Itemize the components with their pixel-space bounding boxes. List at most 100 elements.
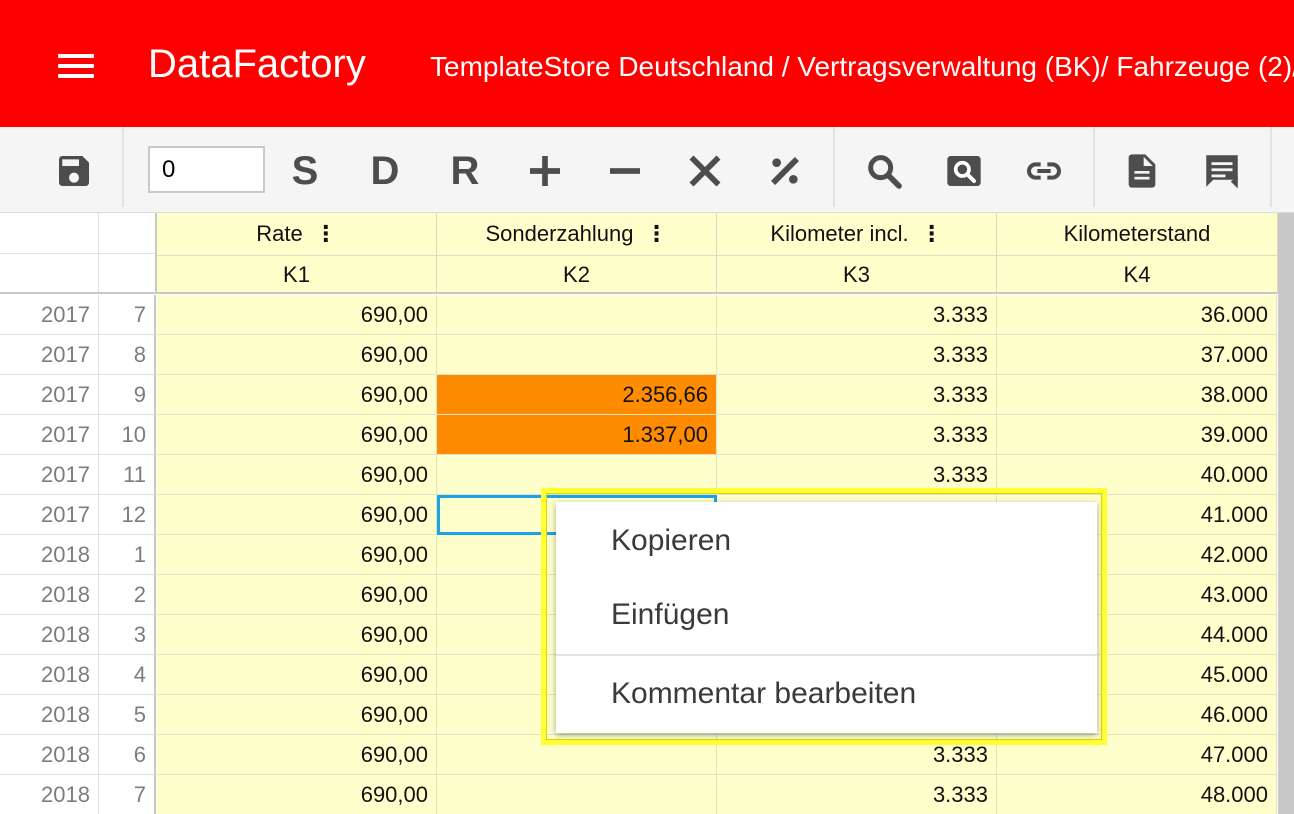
column-menu-icon[interactable]: ⋮ xyxy=(646,221,668,247)
search-button[interactable] xyxy=(860,147,908,195)
close-icon xyxy=(689,155,721,187)
hamburger-menu-icon[interactable] xyxy=(44,38,108,94)
cell-k1[interactable]: 690,00 xyxy=(157,415,437,455)
percent-icon xyxy=(771,157,799,185)
row-year: 2017 xyxy=(0,335,99,375)
cell-k1[interactable]: 690,00 xyxy=(157,575,437,615)
row-year: 2017 xyxy=(0,375,99,415)
cell-k2[interactable]: 2.356,66 xyxy=(437,375,717,415)
table-row: 2018 7 690,00 3.333 48.000 xyxy=(0,775,1278,814)
context-menu: Kopieren Einfügen Kommentar bearbeiten xyxy=(556,502,1097,733)
column-menu-icon[interactable]: ⋮ xyxy=(921,221,943,247)
table-row: 2017 10 690,00 1.337,00 3.333 39.000 xyxy=(0,415,1278,455)
menu-item-kommentar-bearbeiten[interactable]: Kommentar bearbeiten xyxy=(556,659,1097,729)
link-icon xyxy=(1027,162,1061,180)
row-year: 2018 xyxy=(0,655,99,695)
menu-item-einfuegen[interactable]: Einfügen xyxy=(556,580,1097,650)
table-row: 2017 8 690,00 3.333 37.000 xyxy=(0,335,1278,375)
row-year: 2018 xyxy=(0,615,99,655)
toolbar-divider xyxy=(1093,127,1095,207)
cell-k1[interactable]: 690,00 xyxy=(157,375,437,415)
delete-button[interactable] xyxy=(681,147,729,195)
column-code: K2 xyxy=(437,255,716,293)
link-button[interactable] xyxy=(1020,147,1068,195)
comment-icon xyxy=(1206,155,1238,189)
toolbar-divider xyxy=(1270,127,1272,207)
row-month: 1 xyxy=(99,535,156,575)
cell-k1[interactable]: 690,00 xyxy=(157,535,437,575)
column-header-k3[interactable]: Kilometer incl. ⋮ K3 xyxy=(717,213,997,293)
cell-k1[interactable]: 690,00 xyxy=(157,335,437,375)
document-icon xyxy=(1128,154,1156,188)
d-button[interactable]: D xyxy=(361,147,409,195)
cell-k1[interactable]: 690,00 xyxy=(157,735,437,775)
column-header-k4[interactable]: Kilometerstand K4 xyxy=(997,213,1278,293)
row-month: 3 xyxy=(99,615,156,655)
column-menu-icon[interactable]: ⋮ xyxy=(315,221,337,247)
plus-icon xyxy=(530,156,560,186)
column-name: Kilometer incl. xyxy=(770,221,909,246)
cell-k1[interactable]: 690,00 xyxy=(157,655,437,695)
cell-k4[interactable]: 38.000 xyxy=(997,375,1277,415)
cell-k2[interactable] xyxy=(437,295,717,335)
row-year: 2018 xyxy=(0,695,99,735)
row-month: 9 xyxy=(99,375,156,415)
column-code: K3 xyxy=(717,255,996,293)
s-label: S xyxy=(291,149,319,193)
row-header-corner-year xyxy=(0,213,99,293)
column-code: K1 xyxy=(157,255,436,293)
cell-k2[interactable] xyxy=(437,775,717,814)
row-month: 12 xyxy=(99,495,156,535)
s-button[interactable]: S xyxy=(281,147,329,195)
cell-k1[interactable]: 690,00 xyxy=(157,495,437,535)
cell-k1[interactable]: 690,00 xyxy=(157,615,437,655)
r-label: R xyxy=(450,149,480,193)
vertical-scrollbar[interactable] xyxy=(1278,213,1294,814)
breadcrumb[interactable]: TemplateStore Deutschland / Vertragsverw… xyxy=(430,50,1294,84)
cell-k1[interactable]: 690,00 xyxy=(157,775,437,814)
toolbar-divider xyxy=(833,127,835,207)
cell-k4[interactable]: 39.000 xyxy=(997,415,1277,455)
row-year: 2018 xyxy=(0,535,99,575)
add-row-button[interactable] xyxy=(521,147,569,195)
column-name: Sonderzahlung xyxy=(485,221,634,246)
column-header-k1[interactable]: Rate ⋮ K1 xyxy=(157,213,437,293)
save-button[interactable] xyxy=(50,147,98,195)
zoom-input[interactable] xyxy=(148,146,265,193)
row-year: 2018 xyxy=(0,735,99,775)
cell-k3[interactable]: 3.333 xyxy=(717,335,997,375)
cell-k4[interactable]: 48.000 xyxy=(997,775,1277,814)
cell-k3[interactable]: 3.333 xyxy=(717,375,997,415)
header-divider xyxy=(0,292,1278,294)
cell-k2[interactable]: 1.337,00 xyxy=(437,415,717,455)
row-year: 2017 xyxy=(0,295,99,335)
cell-k1[interactable]: 690,00 xyxy=(157,455,437,495)
column-name: Kilometerstand xyxy=(1063,221,1211,246)
document-button[interactable] xyxy=(1118,147,1166,195)
cell-k3[interactable]: 3.333 xyxy=(717,775,997,814)
cell-k4[interactable]: 37.000 xyxy=(997,335,1277,375)
cell-k3[interactable]: 3.333 xyxy=(717,415,997,455)
row-header-corner-month xyxy=(99,213,157,293)
cell-k3[interactable]: 3.333 xyxy=(717,295,997,335)
cell-k1[interactable]: 690,00 xyxy=(157,295,437,335)
column-code: K4 xyxy=(997,255,1277,293)
row-month: 11 xyxy=(99,455,156,495)
row-month: 10 xyxy=(99,415,156,455)
cell-k1[interactable]: 690,00 xyxy=(157,695,437,735)
menu-item-kopieren[interactable]: Kopieren xyxy=(556,506,1097,576)
comment-button[interactable] xyxy=(1198,147,1246,195)
r-button[interactable]: R xyxy=(441,147,489,195)
search-box-button[interactable] xyxy=(940,147,988,195)
cell-k4[interactable]: 36.000 xyxy=(997,295,1277,335)
d-label: D xyxy=(370,149,400,193)
row-month: 2 xyxy=(99,575,156,615)
remove-row-button[interactable] xyxy=(601,147,649,195)
cell-k2[interactable] xyxy=(437,335,717,375)
app-header: DataFactory TemplateStore Deutschland / … xyxy=(0,0,1294,127)
row-year: 2017 xyxy=(0,495,99,535)
column-header-k2[interactable]: Sonderzahlung ⋮ K2 xyxy=(437,213,717,293)
percent-button[interactable] xyxy=(761,147,809,195)
app-title: DataFactory xyxy=(148,42,366,86)
menu-divider xyxy=(556,654,1097,656)
